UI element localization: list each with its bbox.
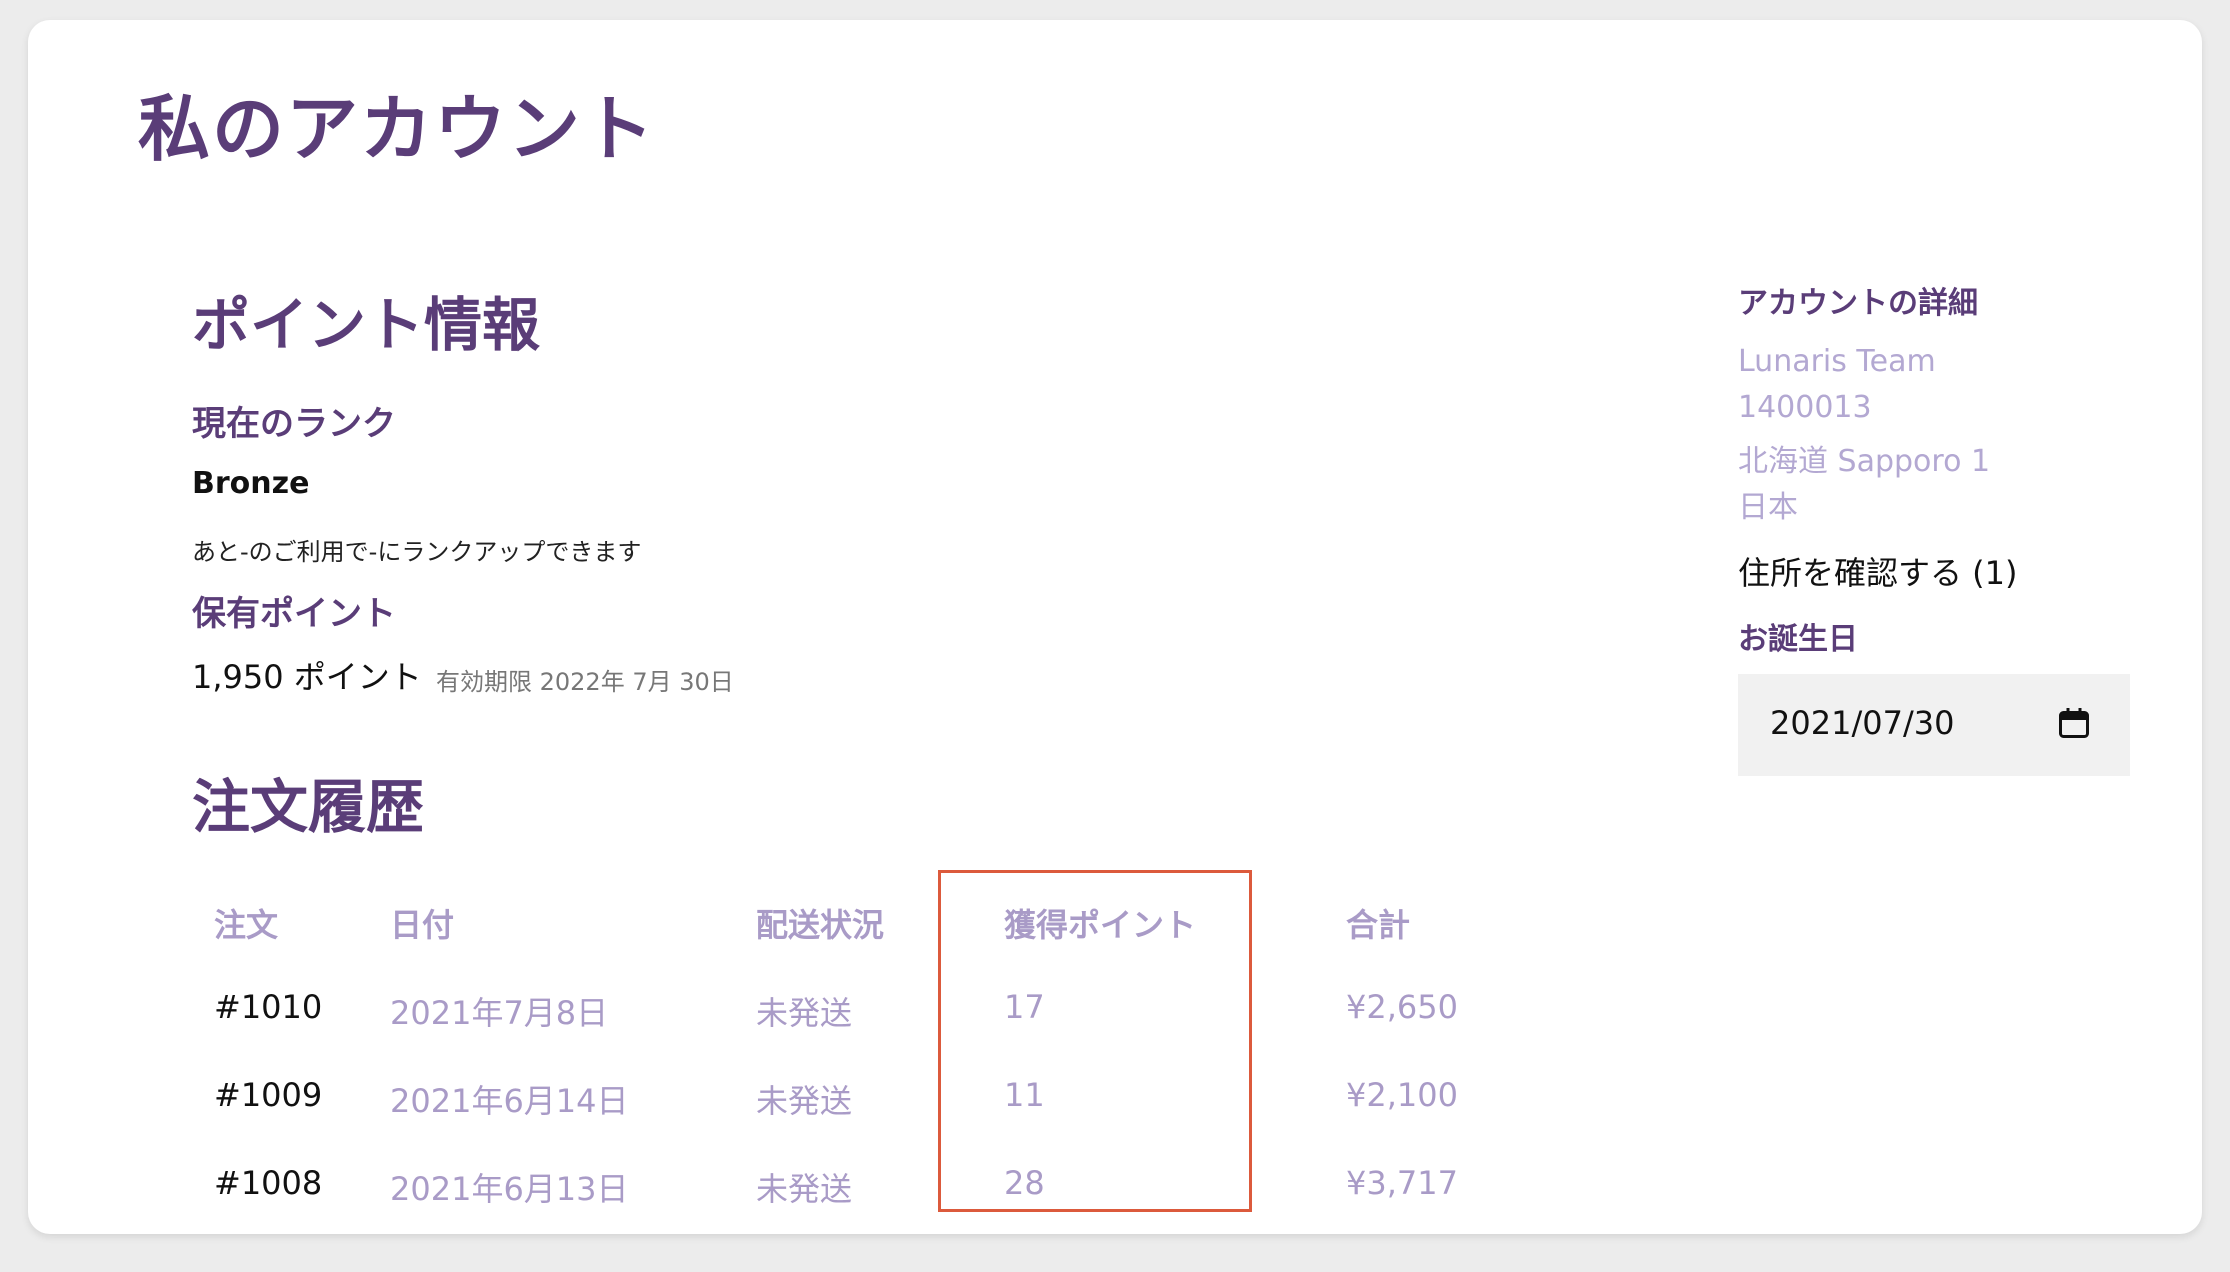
rank-note: あと-のご利用で-にランクアップできます [192,538,642,566]
order-number-link[interactable]: #1009 [214,1076,322,1114]
account-details-title: アカウントの詳細 [1738,286,1978,321]
order-date: 2021年6月14日 [390,1082,629,1120]
orders-section-title: 注文履歴 [192,773,425,841]
order-total: ¥3,717 [1346,1164,1458,1202]
order-status: 未発送 [756,1170,853,1208]
order-total: ¥2,650 [1346,988,1458,1026]
order-number-link[interactable]: #1008 [214,1164,322,1202]
address-line-country: 日本 [1738,490,1798,525]
page-title: 私のアカウント [138,87,657,171]
order-number-link[interactable]: #1010 [214,988,322,1026]
order-status: 未発送 [756,994,853,1032]
held-points-label: 保有ポイント [192,594,396,634]
column-header-order: 注文 [214,906,279,944]
birthday-date-input[interactable]: 2021/07/30 [1738,674,2130,776]
order-date: 2021年7月8日 [390,994,609,1032]
order-date: 2021年6月13日 [390,1170,629,1208]
points-column-highlight [938,870,1252,1212]
points-section-title: ポイント情報 [192,291,541,359]
address-line-name: Lunaris Team [1738,344,1936,379]
rank-name: Bronze [192,466,310,501]
view-addresses-link[interactable]: 住所を確認する (1) [1738,548,2018,594]
order-status: 未発送 [756,1082,853,1120]
birthday-date-value: 2021/07/30 [1770,704,1955,742]
column-header-date: 日付 [390,906,455,944]
column-header-status: 配送状況 [756,906,885,944]
calendar-icon[interactable] [2056,704,2092,742]
address-line-postcode: 1400013 [1738,390,1872,425]
column-header-total: 合計 [1346,906,1411,944]
address-line-city: 北海道 Sapporo 1 [1738,444,1991,479]
rank-label: 現在のランク [192,404,396,444]
birthday-label: お誕生日 [1738,622,1858,657]
points-expiry: 有効期限 2022年 7月 30日 [436,668,734,696]
order-total: ¥2,100 [1346,1076,1458,1114]
account-card: 私のアカウント ポイント情報 現在のランク Bronze あと-のご利用で-にラ… [28,20,2202,1234]
held-points-value: 1,950 ポイント [192,658,422,696]
